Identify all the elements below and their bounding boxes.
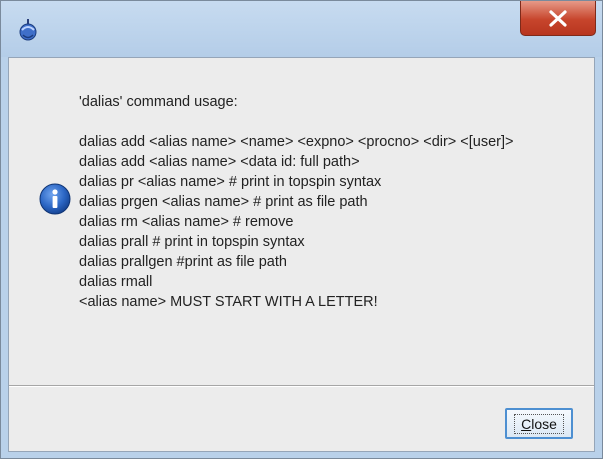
message-line: dalias rm <alias name> # remove (79, 214, 294, 230)
app-icon (17, 18, 39, 42)
message-line: dalias prgen <alias name> # print as fil… (79, 194, 368, 210)
dialog-content: 'dalias' command usage: dalias add <alia… (8, 57, 595, 452)
close-icon (549, 10, 567, 27)
message-line: dalias add <alias name> <name> <expno> <… (79, 134, 514, 150)
dialog-window: 'dalias' command usage: dalias add <alia… (0, 0, 603, 459)
title-bar[interactable] (1, 1, 602, 57)
message-line: dalias pr <alias name> # print in topspi… (79, 174, 382, 190)
message-line: dalias prallgen #print as file path (79, 254, 287, 270)
message-line: dalias add <alias name> <data id: full p… (79, 154, 360, 170)
button-divider (9, 385, 594, 387)
usage-message: 'dalias' command usage: dalias add <alia… (79, 92, 589, 312)
close-button-label: Close (514, 413, 564, 434)
close-button-label-rest: lose (531, 415, 557, 432)
message-line: dalias prall # print in topspin syntax (79, 234, 305, 250)
message-line: dalias rmall (79, 274, 153, 290)
close-button-mnemonic: C (521, 415, 532, 432)
close-button[interactable]: Close (505, 408, 573, 439)
message-line: <alias name> MUST START WITH A LETTER! (79, 294, 378, 310)
window-close-button[interactable] (520, 1, 596, 36)
message-line: 'dalias' command usage: (79, 94, 238, 110)
info-icon (39, 183, 71, 215)
